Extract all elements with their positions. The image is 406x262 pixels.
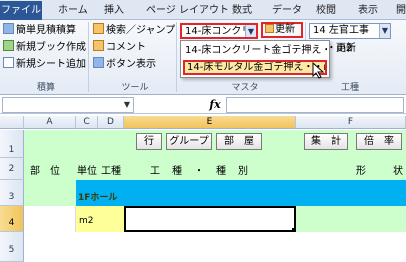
name-box[interactable]: ▼ [2, 97, 134, 113]
chevron-down-icon[interactable]: ▼ [379, 24, 390, 38]
row-button[interactable]: 行 [136, 133, 162, 150]
header-unit: 単位 [77, 166, 97, 177]
header-shape: 形 [356, 166, 366, 177]
group-divider [305, 22, 306, 40]
tab-file[interactable]: ファイル [0, 1, 42, 20]
master-dropdown-list[interactable]: 14-床コンクリート金ゴテ押え・・m2 14-床モルタル金ゴテ押え・・m2 [180, 40, 330, 78]
tab-formulas[interactable]: 数式 [232, 2, 252, 19]
second-update-button[interactable]: 更新 [336, 42, 356, 56]
group-divider [88, 22, 89, 92]
fx-icon[interactable]: fx [206, 97, 224, 113]
update-button[interactable]: 更新 [261, 22, 303, 38]
new-sheet-button[interactable]: 新規シート追加 [3, 57, 86, 71]
active-cell-e4[interactable] [124, 206, 296, 232]
tab-data[interactable]: データ [272, 2, 302, 19]
group-label-master: マスタ [231, 83, 259, 93]
cell-d4[interactable] [98, 206, 124, 232]
section-label: 1Fホール [78, 193, 118, 203]
header-kouji: 工種 [101, 166, 121, 177]
row-header-3[interactable]: 3 [0, 180, 24, 206]
select-all-corner[interactable] [0, 116, 24, 129]
tab-developer[interactable]: 開 [396, 2, 406, 19]
group-label-tools: ツール [121, 83, 149, 93]
row-header-4[interactable]: 4 [0, 206, 24, 232]
row-header-1[interactable]: 1 [0, 130, 24, 158]
search-icon [93, 23, 104, 34]
header-work-type: 工 種 ・ 種 別 [150, 166, 249, 177]
header-bui: 部 位 [30, 166, 60, 177]
column-header-a[interactable]: A [24, 116, 76, 129]
button-display-button[interactable]: ボタン表示 [93, 57, 156, 71]
dropdown-item[interactable]: 14-床コンクリート金ゴテ押え・・m2 [183, 43, 327, 58]
row-header-5[interactable]: 5 [0, 232, 24, 262]
column-header-d[interactable]: D [98, 116, 124, 129]
ribbon-tab-bar: ファイル ホーム 挿入 ページ レイアウト 数式 データ 校閲 表示 開 [0, 0, 406, 20]
row-header-2[interactable]: 2 [0, 158, 24, 180]
estimate-icon [3, 23, 14, 34]
group-label-sekisan: 積算 [36, 83, 55, 93]
kouji-combo-value: 14 左官工事 [313, 25, 369, 36]
new-book-icon [3, 40, 14, 51]
tab-view[interactable]: 表示 [358, 2, 378, 19]
search-jump-button[interactable]: 検索／ジャンプ [93, 23, 175, 37]
column-header-e[interactable]: E [124, 116, 296, 129]
chevron-down-icon[interactable]: ▼ [245, 25, 256, 37]
chevron-down-icon[interactable]: ▼ [121, 98, 133, 112]
button-display-icon [93, 57, 104, 68]
new-book-button[interactable]: 新規ブック作成 [3, 40, 86, 54]
column-header-c[interactable]: C [76, 116, 98, 129]
quick-estimate-button[interactable]: 簡単見積積算 [3, 23, 76, 37]
total-button[interactable]: 集 計 [304, 133, 348, 150]
master-combo[interactable]: 14-床コンクリー ▼ [180, 23, 258, 39]
tab-page-layout[interactable]: ページ レイアウト [146, 2, 229, 19]
comment-icon [93, 40, 104, 51]
cell-a3[interactable] [24, 180, 76, 206]
group-button[interactable]: グループ [166, 133, 212, 150]
formula-bar-row: ▼ fx [0, 96, 406, 114]
group-divider [176, 22, 177, 92]
cell-a4[interactable] [24, 206, 76, 232]
update-icon [265, 24, 274, 33]
unit-value: m2 [79, 216, 94, 226]
mouse-cursor-icon [312, 62, 324, 79]
tab-home[interactable]: ホーム [58, 2, 88, 19]
formula-input[interactable] [226, 97, 404, 113]
comment-button[interactable]: コメント [93, 40, 146, 54]
row-5-cells[interactable] [24, 232, 406, 262]
group-label-kouji: 工種 [340, 83, 359, 93]
kouji-combo[interactable]: 14 左官工事 ▼ [309, 23, 391, 39]
cell-f4[interactable] [296, 206, 406, 232]
tab-insert[interactable]: 挿入 [104, 2, 124, 19]
column-header-f[interactable]: F [296, 116, 406, 129]
dropdown-item-selected[interactable]: 14-床モルタル金ゴテ押え・・m2 [183, 60, 327, 75]
tab-review[interactable]: 校閲 [316, 2, 336, 19]
multiplier-button[interactable]: 倍 率 [356, 133, 402, 150]
header-state: 状 [393, 166, 403, 177]
new-sheet-icon [3, 57, 14, 68]
room-button[interactable]: 部 屋 [216, 133, 262, 150]
